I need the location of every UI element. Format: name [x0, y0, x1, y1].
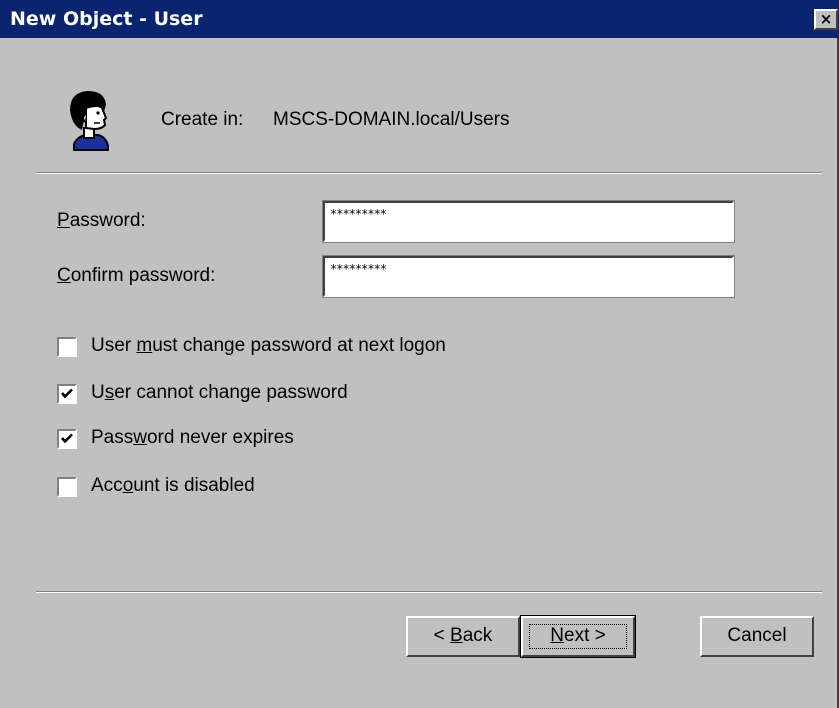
must-change-password-label: User must change password at next logon: [91, 335, 446, 356]
header-divider: [36, 172, 822, 174]
password-label: Password:: [57, 210, 146, 231]
close-icon: ×: [819, 10, 833, 28]
password-never-expires-label: Password never expires: [91, 427, 294, 448]
account-disabled-label: Account is disabled: [91, 475, 255, 496]
cancel-button[interactable]: Cancel: [700, 616, 814, 657]
confirm-password-label: Confirm password:: [57, 265, 216, 286]
checkmark-icon: [61, 433, 73, 444]
new-object-user-dialog: New Object - User × Create in: MSCS-DOMA…: [0, 0, 839, 708]
back-button-label: < Back: [433, 625, 493, 646]
next-button[interactable]: Next >: [520, 615, 636, 658]
cannot-change-password-label: User cannot change password: [91, 382, 348, 403]
account-disabled-checkbox[interactable]: [57, 477, 77, 497]
window-title: New Object - User: [10, 8, 203, 30]
footer-divider: [36, 591, 822, 593]
user-icon: [70, 91, 109, 151]
checkmark-icon: [61, 388, 73, 399]
title-bar[interactable]: New Object - User ×: [0, 0, 839, 38]
password-input[interactable]: *********: [322, 200, 735, 243]
back-button[interactable]: < Back: [406, 616, 520, 657]
cancel-button-label: Cancel: [727, 625, 787, 646]
confirm-password-input[interactable]: *********: [322, 255, 735, 298]
cannot-change-password-checkbox[interactable]: [57, 384, 77, 404]
next-button-label: Next >: [550, 625, 606, 646]
must-change-password-checkbox[interactable]: [57, 337, 77, 357]
password-never-expires-checkbox[interactable]: [57, 429, 77, 449]
close-button[interactable]: ×: [814, 9, 838, 30]
create-in-label: Create in:: [161, 109, 244, 130]
create-in-path: MSCS-DOMAIN.local/Users: [273, 109, 510, 130]
